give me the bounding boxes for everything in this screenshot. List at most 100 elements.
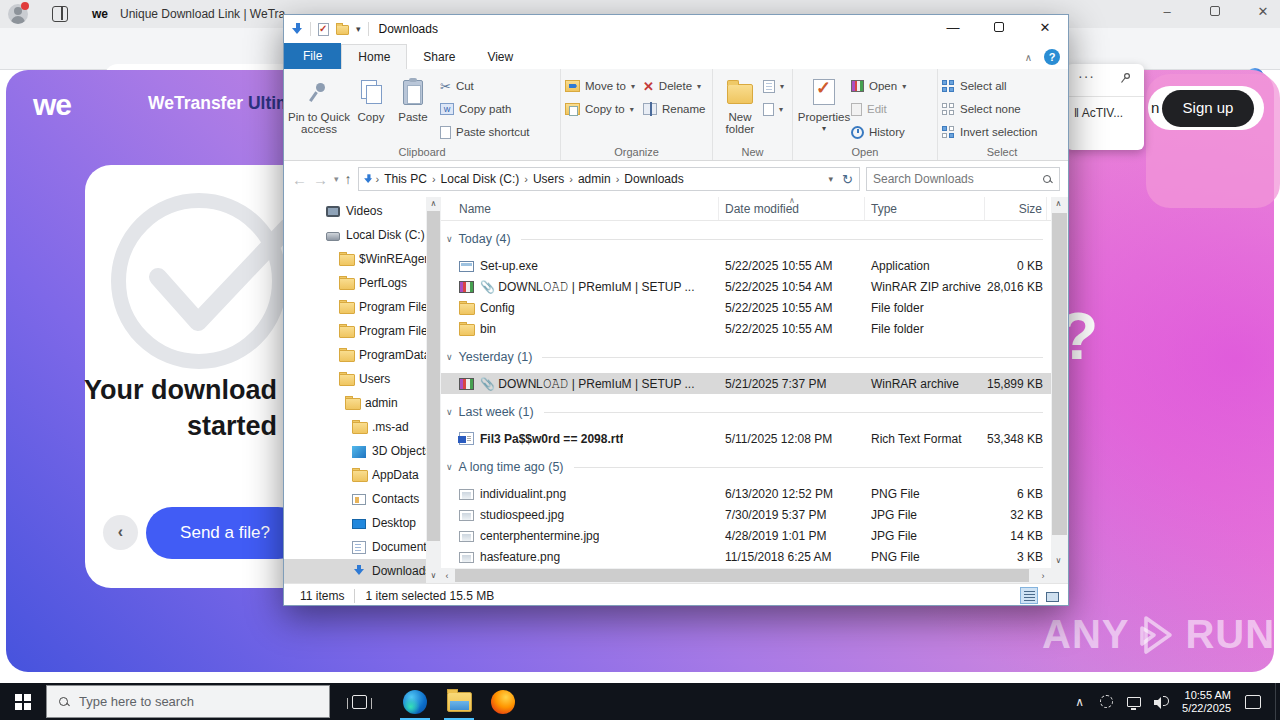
explorer-titlebar[interactable]: ▾ Downloads — ✕ xyxy=(284,15,1068,43)
new-folder-quick-icon[interactable] xyxy=(336,25,349,35)
tray-recording-icon[interactable] xyxy=(1093,695,1120,708)
wetransfer-logo[interactable]: we xyxy=(33,88,71,122)
back-button[interactable]: ← xyxy=(292,171,307,188)
taskbar-explorer-icon[interactable] xyxy=(437,683,481,720)
taskbar-firefox-icon[interactable] xyxy=(481,683,525,720)
tree-item--ms-ad[interactable]: .ms-ad xyxy=(284,415,426,439)
explorer-minimize-button[interactable]: — xyxy=(930,15,976,43)
collapse-ribbon-caret[interactable]: ∧ xyxy=(1025,52,1032,63)
paste-button[interactable]: Paste xyxy=(392,73,434,146)
group-header[interactable]: ∨Last week (1) xyxy=(441,402,1051,422)
tree-item-admin[interactable]: admin xyxy=(284,391,426,415)
properties-quick-icon[interactable] xyxy=(318,23,329,36)
browser-close-button[interactable]: ✕ xyxy=(1256,4,1270,19)
taskbar-clock[interactable]: 10:55 AM 5/22/2025 xyxy=(1174,689,1241,715)
scrollbar-thumb[interactable] xyxy=(427,211,440,541)
breadcrumb-segment[interactable]: Users xyxy=(530,172,567,186)
delete-button[interactable]: ✕Delete▾ xyxy=(643,77,705,95)
file-row[interactable]: 📎 DOWNᏞ𝙾𝙰𝙳 | PRemIuM | SETUP ...5/21/202… xyxy=(441,373,1051,394)
cut-button[interactable]: ✂Cut xyxy=(440,77,530,95)
action-center-icon[interactable] xyxy=(1245,695,1261,709)
tree-item-local-disk-c-[interactable]: Local Disk (C:) xyxy=(284,223,426,247)
column-name[interactable]: Name xyxy=(441,197,719,220)
rename-button[interactable]: Rename xyxy=(643,100,705,118)
help-icon[interactable]: ? xyxy=(1044,49,1060,65)
explorer-close-button[interactable]: ✕ xyxy=(1022,15,1068,43)
refresh-icon[interactable]: ↻ xyxy=(842,172,853,187)
invert-selection-button[interactable]: Invert selection xyxy=(942,123,1037,141)
details-view-button[interactable] xyxy=(1020,587,1038,604)
scroll-down-arrow[interactable]: ∨ xyxy=(1051,554,1066,568)
tree-item-contacts[interactable]: Contacts xyxy=(284,487,426,511)
show-desktop-button[interactable] xyxy=(1275,683,1280,720)
scroll-up-arrow[interactable]: ∧ xyxy=(426,197,441,211)
login-link-tail[interactable]: n xyxy=(1151,99,1159,116)
copy-button[interactable]: Copy xyxy=(350,73,392,146)
file-row[interactable]: 📎 DOWNᏞ𝙾𝙰𝙳 | PRemIuM | SETUP ...5/22/202… xyxy=(441,276,1051,297)
tree-item-program-files[interactable]: Program Files xyxy=(284,295,426,319)
collapse-chevron[interactable]: ∨ xyxy=(446,352,453,362)
tree-item-appdata[interactable]: AppData xyxy=(284,463,426,487)
tree-item-perflogs[interactable]: PerfLogs xyxy=(284,271,426,295)
tab-share[interactable]: Share xyxy=(407,45,471,69)
tree-item-documents[interactable]: Documents xyxy=(284,535,426,559)
breadcrumb-segment[interactable]: Local Disk (C:) xyxy=(438,172,523,186)
file-row[interactable]: bin5/22/2025 10:55 AMFile folder xyxy=(441,318,1051,339)
customize-toolbar-caret[interactable]: ▾ xyxy=(356,24,361,34)
column-size[interactable]: Size xyxy=(985,197,1047,220)
tray-expand-icon[interactable]: ∧ xyxy=(1066,695,1093,709)
new-folder-button[interactable]: New folder xyxy=(717,73,763,146)
breadcrumb-segment[interactable]: Downloads xyxy=(621,172,686,186)
breadcrumb-caret[interactable]: ▾ xyxy=(828,174,833,184)
tree-item-programdata[interactable]: ProgramData xyxy=(284,343,426,367)
tree-scrollbar[interactable]: ∧ ∨ xyxy=(426,197,441,583)
group-header[interactable]: ∨Yesterday (1) xyxy=(441,347,1051,367)
explorer-maximize-button[interactable] xyxy=(976,15,1022,43)
new-item-button[interactable]: ▾ xyxy=(763,77,784,95)
scroll-down-arrow[interactable]: ∨ xyxy=(426,569,441,583)
tree-item-program-files[interactable]: Program Files xyxy=(284,319,426,343)
tree-item-users[interactable]: Users xyxy=(284,367,426,391)
signup-button[interactable]: Sign up xyxy=(1162,90,1254,127)
file-row[interactable]: hasfeature.png11/15/2018 6:25 AMPNG File… xyxy=(441,546,1051,567)
browser-minimize-button[interactable]: – xyxy=(1160,4,1174,19)
up-button[interactable]: ↑ xyxy=(345,171,352,187)
group-header[interactable]: ∨A long time ago (5) xyxy=(441,457,1051,477)
file-row[interactable]: Config5/22/2025 10:55 AMFile folder xyxy=(441,297,1051,318)
select-all-button[interactable]: Select all xyxy=(942,77,1037,95)
tree-item-downloads[interactable]: Downloads xyxy=(284,559,426,583)
horizontal-scrollbar[interactable]: ‹ › xyxy=(441,568,1051,583)
breadcrumb-segment[interactable]: admin xyxy=(575,172,614,186)
thumbnail-view-button[interactable] xyxy=(1042,587,1060,604)
scroll-up-arrow[interactable]: ∧ xyxy=(1051,197,1066,211)
pin-to-quick-access-button[interactable]: Pin to Quick access xyxy=(288,73,350,146)
tab-home[interactable]: Home xyxy=(341,44,407,69)
breadcrumb-bar[interactable]: ›This PC›Local Disk (C:)›Users›admin›Dow… xyxy=(358,167,860,191)
collapse-chevron[interactable]: ∨ xyxy=(446,462,453,472)
select-none-button[interactable]: Select none xyxy=(942,100,1037,118)
column-date-modified[interactable]: ∧Date modified xyxy=(719,197,865,220)
tab-view[interactable]: View xyxy=(471,45,529,69)
browser-restore-button[interactable] xyxy=(1208,4,1222,19)
file-row[interactable]: Fil3 Pa$$w0rd == 2098.rtf5/11/2025 12:08… xyxy=(441,428,1051,449)
tree-item-3d-objects[interactable]: 3D Objects xyxy=(284,439,426,463)
scrollbar-thumb[interactable] xyxy=(455,569,1029,582)
scroll-right-arrow[interactable]: › xyxy=(1037,571,1049,581)
pin-icon[interactable] xyxy=(1120,72,1132,84)
send-a-file-button[interactable]: Send a file? xyxy=(146,507,304,559)
open-button[interactable]: Open▾ xyxy=(851,77,906,95)
recent-locations-caret[interactable]: ▾ xyxy=(334,174,339,184)
properties-button[interactable]: Properties ▾ xyxy=(797,73,851,146)
tab-file[interactable]: File xyxy=(284,43,341,69)
scrollbar-thumb[interactable] xyxy=(1052,213,1067,535)
flyout-download-item[interactable]: ‖ AcTIV... xyxy=(1074,106,1140,120)
file-row[interactable]: centerphentermine.jpg4/28/2019 1:01 PMJP… xyxy=(441,525,1051,546)
collapse-chevron[interactable]: ∨ xyxy=(446,234,453,244)
column-type[interactable]: Type xyxy=(865,197,985,220)
tree-item-videos[interactable]: Videos xyxy=(284,199,426,223)
history-button[interactable]: History xyxy=(851,123,906,141)
list-scrollbar[interactable]: ∧ ∨ xyxy=(1051,197,1068,568)
tree-item-desktop[interactable]: Desktop xyxy=(284,511,426,535)
forward-button[interactable]: → xyxy=(313,171,328,188)
breadcrumb-segment[interactable]: This PC xyxy=(381,172,430,186)
